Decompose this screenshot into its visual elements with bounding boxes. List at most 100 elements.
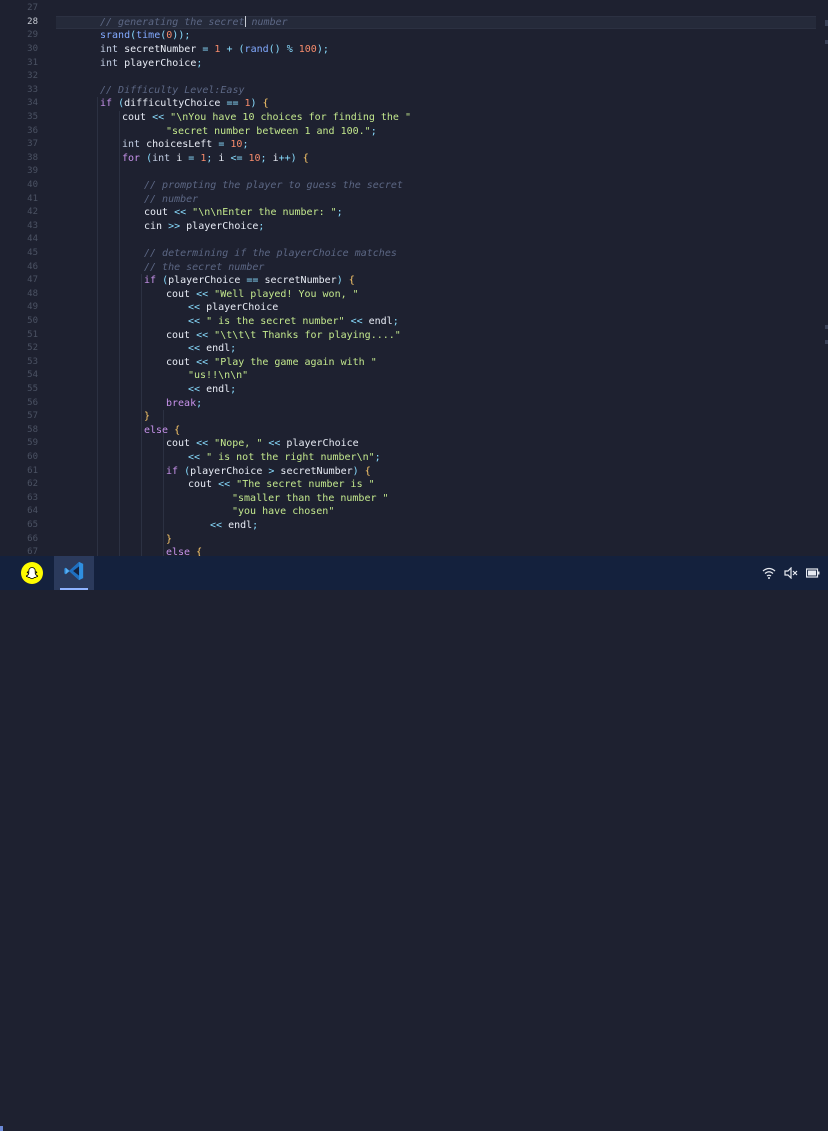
code-line[interactable]: << endl;	[188, 342, 236, 356]
code-token: <<	[268, 438, 287, 450]
code-token: cout	[122, 112, 153, 123]
code-line[interactable]: if (difficultyChoice == 1) {	[100, 97, 269, 111]
code-line[interactable]: cout << "The secret number is "	[188, 478, 375, 492]
code-line[interactable]: if (playerChoice == secretNumber) {	[144, 274, 355, 288]
taskbar-app-vscode[interactable]	[54, 556, 94, 590]
code-token: int	[100, 44, 125, 55]
code-token: cout	[144, 207, 175, 219]
code-token: rand	[244, 44, 269, 55]
code-token: secretNumber	[264, 275, 337, 287]
code-token: ;	[242, 139, 249, 151]
code-editor[interactable]: 27 28 29 30 31 32 33 34 35 36 37 38 39 40 41 42 43 44 45 46…	[0, 0, 828, 556]
code-line[interactable]: int choicesLeft = 10;	[122, 138, 248, 152]
code-token: ;	[230, 384, 237, 395]
code-line[interactable]: // prompting the player to guess the sec…	[144, 179, 403, 193]
code-token: for	[122, 152, 147, 164]
line-number: 51	[27, 329, 38, 340]
wifi-icon[interactable]	[762, 567, 776, 579]
code-token: // determining if the playerChoice match…	[144, 248, 397, 259]
code-token: if	[144, 275, 163, 287]
line-number: 36	[27, 125, 38, 136]
code-line[interactable]: << endl;	[188, 383, 236, 397]
code-line[interactable]: "you have chosen"	[232, 505, 334, 519]
code-line[interactable]: // generating the secret number	[100, 16, 288, 30]
taskbar-app-snapchat[interactable]	[12, 556, 52, 590]
code-line[interactable]: // number	[144, 193, 198, 207]
code-line[interactable]: else {	[144, 424, 180, 438]
line-number: 44	[27, 234, 38, 245]
code-token: secretNumber	[124, 44, 203, 55]
code-token: break	[166, 397, 197, 409]
code-line[interactable]: << playerChoice	[188, 301, 278, 315]
code-token: ;	[260, 152, 273, 164]
code-token: <<	[188, 343, 207, 355]
code-line[interactable]: int playerChoice;	[100, 57, 202, 71]
code-line[interactable]: }	[144, 410, 150, 424]
line-number: 61	[27, 465, 38, 476]
code-line[interactable]: for (int i = 1; i <= 10; i++) {	[122, 152, 309, 166]
code-token: srand	[100, 30, 131, 42]
line-number: 49	[27, 302, 38, 313]
code-line[interactable]: cout << "Well played! You won, "	[166, 288, 359, 302]
line-number: 43	[27, 220, 38, 231]
code-line[interactable]: "smaller than the number "	[232, 492, 389, 506]
line-number: 39	[27, 166, 38, 177]
code-line[interactable]: cout << "\t\t\t Thanks for playing...."	[166, 329, 401, 343]
code-token: if	[100, 98, 119, 110]
code-token: playerChoice	[186, 220, 259, 232]
code-line[interactable]: }	[166, 533, 172, 547]
code-line[interactable]: break;	[166, 397, 202, 411]
line-number: 29	[27, 30, 38, 41]
line-number: 48	[27, 288, 38, 299]
code-token: ;	[336, 207, 343, 219]
code-line[interactable]: cout << "Play the game again with "	[166, 356, 377, 370]
code-token: =	[202, 44, 215, 55]
line-number: 52	[27, 343, 38, 354]
code-token: ==	[226, 98, 245, 110]
code-token: <<	[210, 520, 229, 531]
code-token: {	[364, 465, 371, 477]
code-token: cin	[144, 220, 169, 232]
battery-icon[interactable]	[806, 568, 820, 578]
code-line[interactable]: // Difficulty Level:Easy	[100, 84, 245, 98]
line-number: 41	[27, 193, 38, 204]
code-token: <<	[188, 316, 207, 327]
code-token: ;	[392, 316, 399, 327]
code-line[interactable]: "us!!\n\n"	[188, 369, 248, 383]
code-token: int	[100, 57, 125, 69]
code-line[interactable]: << " is the secret number" << endl;	[188, 315, 399, 329]
code-line[interactable]: << endl;	[210, 519, 258, 533]
code-token: playerChoice	[206, 302, 279, 314]
code-token: <<	[218, 479, 237, 491]
code-line[interactable]: cout << "\nYou have 10 choices for findi…	[122, 111, 411, 125]
code-line[interactable]: cin >> playerChoice;	[144, 220, 264, 234]
code-token: {	[196, 547, 203, 556]
code-token: playerChoice	[286, 438, 359, 450]
line-number: 60	[27, 452, 38, 462]
code-token: ));	[172, 30, 191, 42]
line-number: 47	[27, 275, 38, 286]
line-number: 63	[27, 492, 38, 503]
code-token: " is not the right number\n"	[206, 452, 375, 463]
code-line[interactable]: srand(time(0));	[100, 29, 190, 43]
code-line[interactable]: int secretNumber = 1 + (rand() % 100);	[100, 43, 329, 57]
code-token: <<	[188, 384, 207, 395]
code-line[interactable]: // the secret number	[144, 261, 264, 275]
code-line[interactable]: // determining if the playerChoice match…	[144, 247, 397, 261]
code-token: ()	[268, 44, 287, 55]
code-line[interactable]: << " is not the right number\n";	[188, 451, 381, 465]
code-line[interactable]: cout << "Nope, " << playerChoice	[166, 437, 359, 451]
line-number-gutter: 27 28 29 30 31 32 33 34 35 36 37 38 39 40 41 42 43 44 45 46…	[0, 0, 44, 556]
code-line[interactable]: else {	[166, 546, 202, 556]
line-number: 33	[27, 84, 38, 95]
code-token: int	[122, 139, 147, 151]
indent-guide	[141, 274, 142, 556]
volume-muted-icon[interactable]	[784, 567, 798, 579]
code-token: i	[176, 152, 189, 164]
line-number: 34	[27, 98, 38, 109]
line-number: 67	[27, 547, 38, 556]
code-line[interactable]: if (playerChoice > secretNumber) {	[166, 465, 371, 479]
code-line[interactable]: "secret number between 1 and 100.";	[166, 125, 377, 139]
code-line[interactable]: cout << "\n\nEnter the number: ";	[144, 206, 343, 220]
code-token: time	[136, 30, 161, 42]
